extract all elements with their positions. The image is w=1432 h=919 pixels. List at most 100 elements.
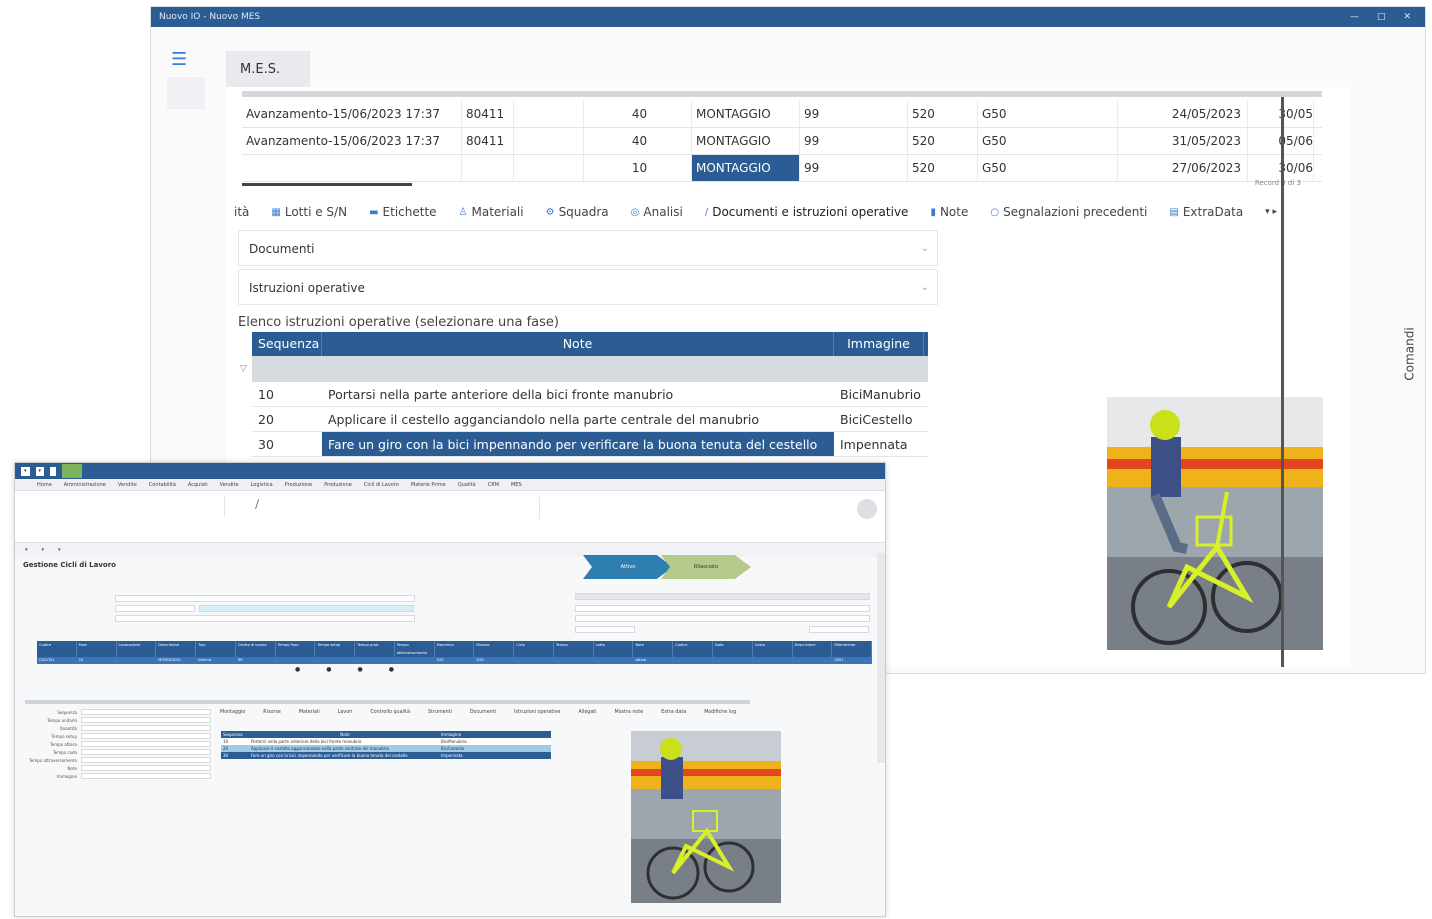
- tab-analisi[interactable]: ◎ Analisi: [631, 205, 683, 219]
- istruzione-row[interactable]: 10 Portarsi nella parte anteriore della b…: [252, 382, 928, 407]
- tab-lotti-e-s-n[interactable]: ▦ Lotti e S/N: [271, 205, 347, 219]
- erp-grid-cell[interactable]: [395, 657, 435, 664]
- grid-cell[interactable]: 80411: [462, 101, 514, 127]
- grid-row[interactable]: 10 MONTAGGIO 99 520 G50 27/06/2023 30/06: [242, 155, 1322, 182]
- erp-tab[interactable]: Documenti: [470, 710, 496, 715]
- erp-grid-col[interactable]: Tempo setup: [315, 641, 356, 657]
- menu-item[interactable]: Produzione: [285, 479, 313, 490]
- erp-grid-cell[interactable]: [554, 657, 594, 664]
- menu-item[interactable]: Acquisti: [188, 479, 208, 490]
- field-input[interactable]: [81, 773, 211, 779]
- istruzione-img[interactable]: BiciManubrio: [834, 382, 924, 406]
- filter-icon[interactable]: ▽: [240, 364, 247, 374]
- erp-grid-col[interactable]: Codice: [37, 641, 77, 657]
- erp-istruzione-img[interactable]: Impennata: [439, 752, 539, 759]
- erp-grid-cell[interactable]: CICLO01: [37, 657, 77, 664]
- erp-grid-cell[interactable]: [117, 657, 157, 664]
- menu-item[interactable]: Logistica: [251, 479, 273, 490]
- erp-grid-col[interactable]: Tempo prod.: [355, 641, 395, 657]
- grid-cell[interactable]: [514, 128, 584, 154]
- erp-input[interactable]: [809, 626, 869, 633]
- grid-cell[interactable]: G50: [978, 101, 1118, 127]
- tab-it-[interactable]: ità: [234, 205, 249, 219]
- menu-item[interactable]: Qualità: [458, 479, 476, 490]
- grid-cell[interactable]: [242, 155, 462, 181]
- field-input[interactable]: [81, 749, 211, 755]
- erp-grid-cell[interactable]: [793, 657, 833, 664]
- erp-grid-cell[interactable]: [355, 657, 395, 664]
- erp-grid-cell[interactable]: [713, 657, 753, 664]
- col-note[interactable]: Note: [322, 332, 834, 356]
- doc-tab-1[interactable]: ▾: [25, 543, 28, 557]
- tab-extradata[interactable]: ▤ ExtraData: [1169, 205, 1243, 219]
- erp-tab[interactable]: Modifiche log: [704, 710, 736, 715]
- grid-cell[interactable]: 31/05/2023: [1118, 128, 1248, 154]
- grid-cell[interactable]: G50: [978, 155, 1118, 181]
- erp-input[interactable]: [575, 593, 870, 600]
- tab-materiali[interactable]: ♙ Materiali: [459, 205, 524, 219]
- erp-tab[interactable]: Controllo qualità: [370, 710, 410, 715]
- grid-cell[interactable]: [514, 101, 584, 127]
- erp-istruzione-row[interactable]: 20 Applicare il cestello agganciandolo ne…: [221, 745, 551, 752]
- field-input[interactable]: [81, 757, 211, 763]
- erp-input[interactable]: [115, 595, 415, 602]
- tab-segnalazioni-precedenti[interactable]: ○ Segnalazioni precedenti: [990, 205, 1147, 219]
- erp-grid-cell[interactable]: [514, 657, 554, 664]
- istruzione-note[interactable]: Portarsi nella parte anteriore della bic…: [322, 382, 834, 406]
- grid-cell[interactable]: 520: [908, 101, 978, 127]
- erp-grid-cell[interactable]: MONTAGGIO: [156, 657, 196, 664]
- tab-note[interactable]: ▮ Note: [930, 205, 968, 219]
- erp-tab[interactable]: Lavori: [338, 710, 353, 715]
- istruzione-row[interactable]: 20 Applicare il cestello agganciandolo ne…: [252, 407, 928, 432]
- erp-tab[interactable]: Extra data: [661, 710, 686, 715]
- erp-grid-col[interactable]: Data: [713, 641, 753, 657]
- tab-documenti-e-istruzioni-operative[interactable]: ∕ Documenti e istruzioni operative: [705, 205, 909, 219]
- erp-input[interactable]: [575, 605, 870, 612]
- tabs-scroll-icon[interactable]: ▾ ▸: [1265, 207, 1277, 217]
- grid-cell[interactable]: 40: [584, 128, 692, 154]
- grid-cell[interactable]: 40: [584, 101, 692, 127]
- erp-grid-col[interactable]: Tempo attraversamento: [395, 641, 435, 657]
- grid-cell[interactable]: MONTAGGIO: [692, 155, 800, 181]
- vertical-scrollbar[interactable]: [1281, 97, 1284, 667]
- accordion-istruzioni[interactable]: Istruzioni operative ⌄: [238, 269, 938, 305]
- maximize-icon[interactable]: □: [1377, 7, 1386, 27]
- menu-item[interactable]: Amministrazione: [64, 479, 106, 490]
- grid-cell[interactable]: 27/06/2023: [1118, 155, 1248, 181]
- hamburger-menu-icon[interactable]: ☰: [171, 49, 187, 70]
- erp-grid-col[interactable]: Fase: [77, 641, 117, 657]
- erp-input[interactable]: [115, 615, 415, 622]
- menu-item[interactable]: Cicli di Lavoro: [364, 479, 399, 490]
- grid-horizontal-scrollbar[interactable]: [242, 183, 412, 186]
- erp-grid-col[interactable]: Descrizione: [793, 641, 833, 657]
- erp-istruzione-img[interactable]: BiciCestello: [439, 745, 539, 752]
- grid-cell[interactable]: 99: [800, 155, 908, 181]
- erp-input[interactable]: [575, 615, 870, 622]
- grid-cell[interactable]: Avanzamento-15/06/2023 17:37: [242, 128, 462, 154]
- field-input[interactable]: [81, 765, 211, 771]
- erp-istruzione-seq[interactable]: 20: [221, 745, 249, 752]
- erp-tab[interactable]: Materiali: [299, 710, 320, 715]
- field-input[interactable]: [81, 709, 211, 715]
- erp-istruzione-note[interactable]: Portarsi nella parte anteriore della bic…: [249, 738, 439, 745]
- erp-grid-col[interactable]: Costo: [753, 641, 793, 657]
- grid-cell[interactable]: Avanzamento-15/06/2023 17:37: [242, 101, 462, 127]
- comandi-side-label[interactable]: Comandi: [1403, 327, 1417, 380]
- erp-grid-cell[interactable]: [673, 657, 713, 664]
- erp-grid-cell[interactable]: [276, 657, 316, 664]
- erp-grid-col[interactable]: Macchina: [435, 641, 475, 657]
- erp-input[interactable]: [115, 605, 195, 612]
- erp-grid-cell[interactable]: 520: [435, 657, 475, 664]
- field-input[interactable]: [81, 725, 211, 731]
- erp-grid-col[interactable]: Note: [633, 641, 674, 657]
- close-icon[interactable]: ✕: [1403, 7, 1411, 27]
- erp-grid-col[interactable]: Descrizione: [156, 641, 197, 657]
- grid-cell[interactable]: 80411: [462, 128, 514, 154]
- grid-cell[interactable]: MONTAGGIO: [692, 101, 800, 127]
- erp-vertical-scrollbar[interactable]: [877, 553, 885, 763]
- field-input[interactable]: [81, 717, 211, 723]
- istruzione-row[interactable]: 30 Fare un giro con la bici impennando pe…: [252, 432, 928, 457]
- tab-squadra[interactable]: ⚙ Squadra: [546, 205, 609, 219]
- erp-horizontal-scrollbar[interactable]: [25, 700, 750, 704]
- erp-grid-cell[interactable]: [594, 657, 634, 664]
